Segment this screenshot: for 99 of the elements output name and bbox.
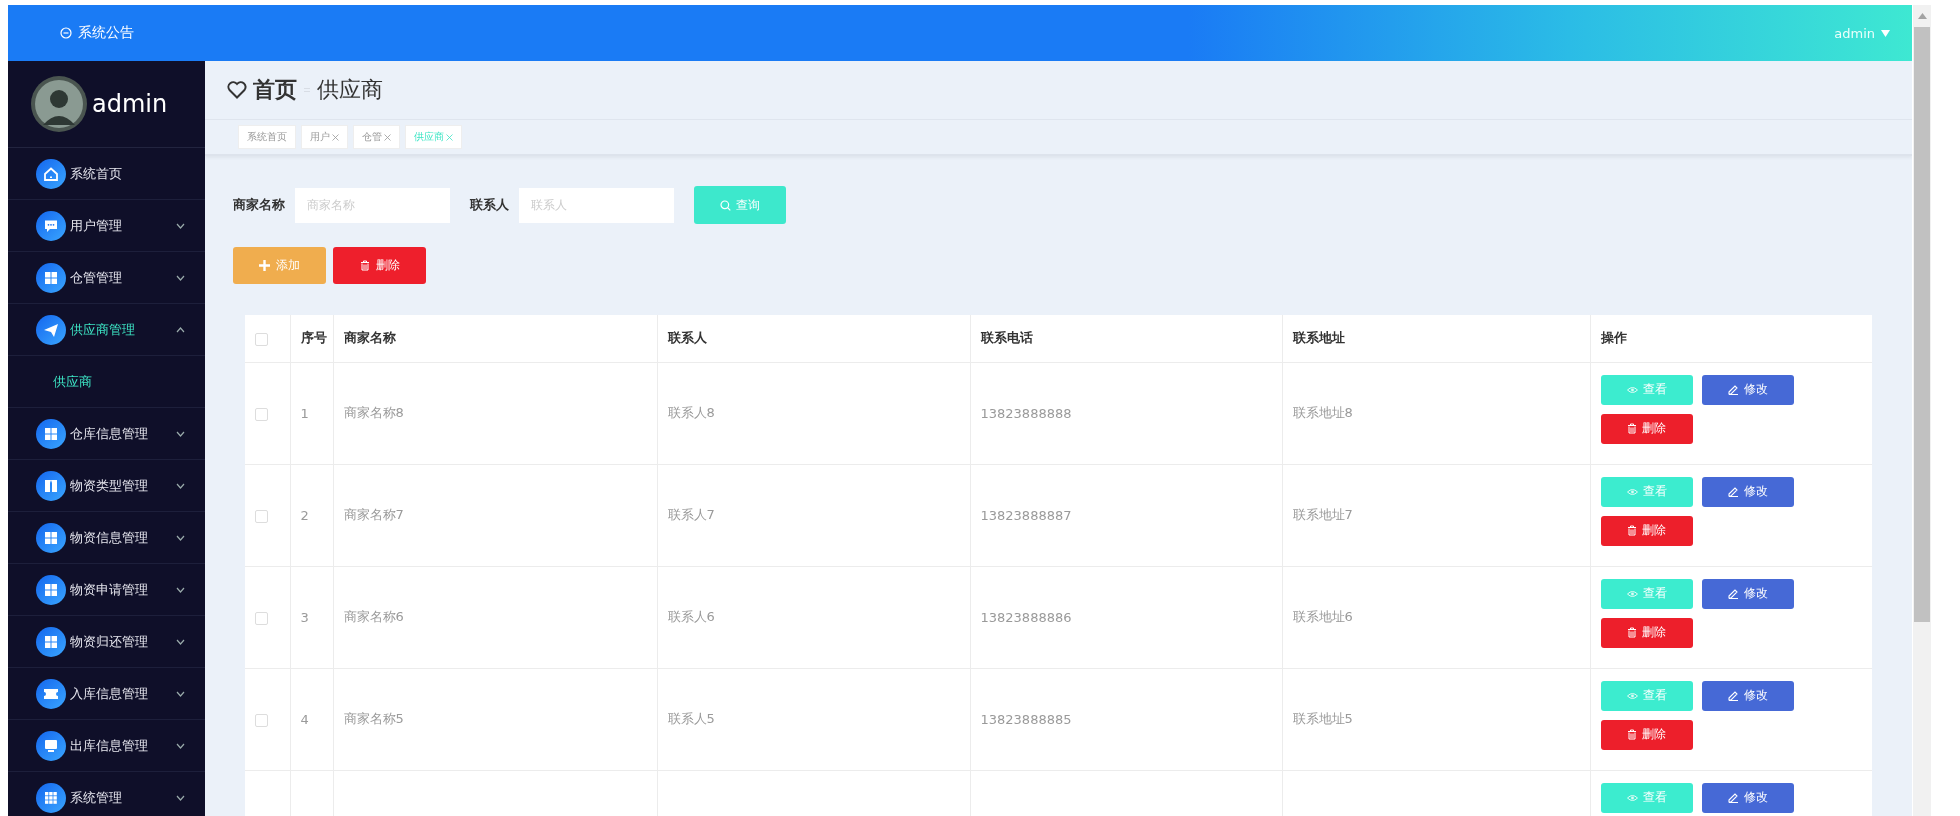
heart-icon (227, 81, 247, 99)
user-name: admin (92, 90, 168, 118)
sidebar-item[interactable]: 入库信息管理 (8, 668, 205, 720)
delete-button[interactable]: 删除 (1600, 515, 1693, 546)
sidebar-item[interactable]: 供应商管理 (8, 304, 205, 356)
notice-link[interactable]: 系统公告 (60, 24, 134, 42)
grid-icon (36, 522, 66, 553)
breadcrumb-home[interactable]: 首页 (253, 75, 297, 105)
trash-icon (1627, 525, 1637, 536)
table-cell: 联系人6 (667, 609, 715, 624)
eye-icon (1626, 589, 1638, 598)
sidebar-item[interactable]: 仓库信息管理 (8, 408, 205, 460)
sidebar-item[interactable]: 物资申请管理 (8, 564, 205, 616)
eye-icon (1626, 385, 1638, 394)
column-header: 序号 (300, 330, 327, 346)
table-cell: 商家名称6 (343, 609, 404, 624)
table-cell: 联系人7 (667, 507, 715, 522)
pencil-icon (1727, 588, 1739, 599)
table-cell: 3 (300, 609, 309, 625)
table-cell: 商家名称5 (343, 711, 404, 726)
table-cell: 13823888886 (980, 609, 1072, 625)
ticket-icon (36, 678, 66, 709)
row-checkbox[interactable] (255, 509, 268, 523)
close-icon[interactable] (446, 133, 453, 141)
delete-button[interactable]: 删除 (1600, 719, 1693, 750)
page-tab[interactable]: 系统首页 (238, 125, 296, 149)
select-all-checkbox[interactable] (255, 332, 268, 346)
edit-button[interactable]: 修改 (1701, 680, 1794, 711)
scrollbar[interactable] (1913, 5, 1931, 816)
table-cell: 联系地址6 (1292, 609, 1353, 624)
column-header: 联系地址 (1292, 330, 1345, 346)
edit-button[interactable]: 修改 (1701, 782, 1794, 813)
grid-icon (36, 262, 66, 293)
table-cell: 4 (300, 711, 309, 727)
table-cell: 联系地址7 (1292, 507, 1353, 522)
column-header: 联系人 (667, 330, 707, 346)
edit-button[interactable]: 修改 (1701, 374, 1794, 405)
eye-icon (1626, 793, 1638, 802)
table-cell: 商家名称7 (343, 507, 404, 522)
table-cell: 2 (300, 507, 309, 523)
table-cell: 联系人5 (667, 711, 715, 726)
table-cell: 商家名称8 (343, 405, 404, 420)
delete-button[interactable]: 删除 (1600, 617, 1693, 648)
grid-icon (36, 626, 66, 657)
sidebar-item[interactable]: 出库信息管理 (8, 720, 205, 772)
column-header: 联系电话 (980, 330, 1033, 346)
sidebar-item[interactable]: 用户管理 (8, 200, 205, 252)
delete-button[interactable]: 删除 (333, 247, 426, 284)
grid-icon (36, 782, 66, 813)
close-icon[interactable] (384, 133, 391, 141)
row-checkbox[interactable] (255, 713, 268, 727)
pencil-icon (1727, 486, 1739, 497)
table-cell: 联系地址8 (1292, 405, 1353, 420)
grid-icon (36, 418, 66, 449)
trash-icon (359, 260, 370, 271)
paper-plane-icon (36, 314, 66, 345)
table-cell: 13823888887 (980, 507, 1072, 523)
scrollbar-thumb[interactable] (1914, 27, 1930, 622)
sidebar-item[interactable]: 物资归还管理 (8, 616, 205, 668)
delete-button[interactable]: 删除 (1600, 413, 1693, 444)
edit-button[interactable]: 修改 (1701, 476, 1794, 507)
page-title: 供应商 (317, 76, 383, 104)
page-tab[interactable]: 用户 (301, 125, 348, 149)
field-label: 联系人 (470, 196, 509, 214)
book-icon (36, 470, 66, 501)
trash-icon (1627, 423, 1637, 434)
sidebar-item[interactable]: 系统首页 (8, 148, 205, 200)
table-cell: 13823888885 (980, 711, 1072, 727)
field-label: 商家名称 (233, 196, 285, 214)
eye-icon (1626, 691, 1638, 700)
edit-button[interactable]: 修改 (1701, 578, 1794, 609)
home-icon (36, 158, 66, 189)
monitor-icon (36, 730, 66, 761)
column-header: 商家名称 (343, 330, 396, 346)
row-checkbox[interactable] (255, 611, 268, 625)
sidebar-item[interactable]: 系统管理 (8, 772, 205, 816)
sidebar-item[interactable]: 物资信息管理 (8, 512, 205, 564)
scroll-up-icon[interactable] (1917, 13, 1927, 19)
table-cell: 联系人8 (667, 405, 715, 420)
pencil-icon (1727, 690, 1739, 701)
caret-icon (1881, 29, 1890, 37)
grid-icon (36, 574, 66, 605)
plus-icon (259, 260, 270, 271)
column-header: 操作 (1600, 330, 1627, 346)
page-tab[interactable]: 仓管 (353, 125, 400, 149)
table-cell: 1 (300, 405, 309, 421)
trash-icon (1627, 627, 1637, 638)
pencil-icon (1727, 792, 1739, 803)
avatar (30, 75, 88, 133)
table-cell: 13823888888 (980, 405, 1072, 421)
trash-icon (1627, 729, 1637, 740)
pencil-icon (1727, 384, 1739, 395)
search-icon (720, 199, 731, 211)
eye-icon (1626, 487, 1638, 496)
sidebar-item[interactable]: 物资类型管理 (8, 460, 205, 512)
table-cell: 联系地址5 (1292, 711, 1353, 726)
row-checkbox[interactable] (255, 407, 268, 421)
close-icon[interactable] (332, 133, 339, 141)
sidebar-item[interactable]: 仓管管理 (8, 252, 205, 304)
